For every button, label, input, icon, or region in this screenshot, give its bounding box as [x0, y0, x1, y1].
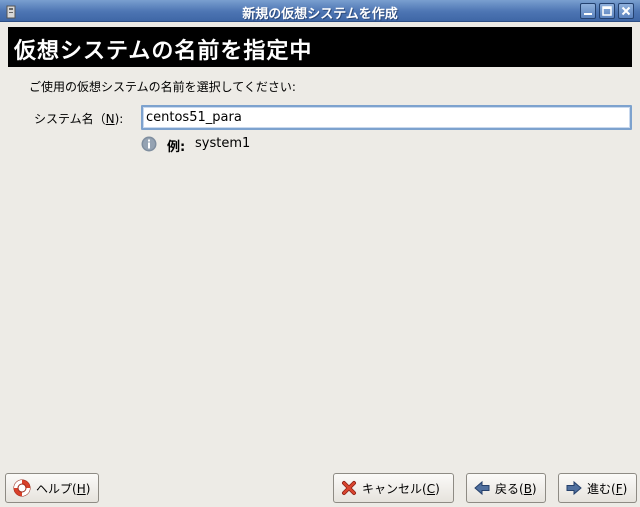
arrow-left-icon [474, 480, 490, 496]
cancel-button-label: キャンセル(C) [362, 481, 440, 496]
forward-button[interactable]: 進む(F) [558, 473, 637, 503]
cancel-button[interactable]: キャンセル(C) [333, 473, 454, 503]
window-title: 新規の仮想システムを作成 [242, 7, 398, 22]
instruction-text: ご使用の仮想システムの名前を選択してください: [29, 80, 296, 94]
page-header: 仮想システムの名前を指定中 [8, 27, 632, 67]
window-titlebar[interactable]: 新規の仮想システムを作成 [0, 0, 640, 22]
hint-example: system1 [195, 136, 251, 151]
help-button[interactable]: ヘルプ(H) [5, 473, 99, 503]
minimize-icon [584, 13, 592, 15]
hint-prefix: 例: [167, 140, 186, 155]
back-button[interactable]: 戻る(B) [466, 473, 546, 503]
maximize-button[interactable] [599, 3, 615, 19]
system-name-input[interactable] [141, 105, 632, 130]
system-name-label-prefix: システム名（ [34, 112, 106, 126]
system-name-label-suffix: ): [114, 112, 124, 126]
arrow-right-icon [566, 480, 582, 496]
page-title: 仮想システムの名前を指定中 [14, 39, 313, 64]
close-icon [621, 6, 631, 16]
close-button[interactable] [618, 3, 634, 19]
forward-button-label: 進む(F) [587, 481, 628, 496]
system-name-label: システム名（N): [34, 110, 123, 127]
minimize-button[interactable] [580, 3, 596, 19]
system-name-label-mnemonic: N [105, 112, 115, 126]
info-icon [141, 136, 157, 152]
back-button-label: 戻る(B) [495, 481, 537, 496]
lifebuoy-icon [13, 479, 31, 497]
maximize-icon [602, 6, 612, 16]
x-icon [342, 481, 356, 495]
help-button-label: ヘルプ(H) [36, 481, 91, 496]
